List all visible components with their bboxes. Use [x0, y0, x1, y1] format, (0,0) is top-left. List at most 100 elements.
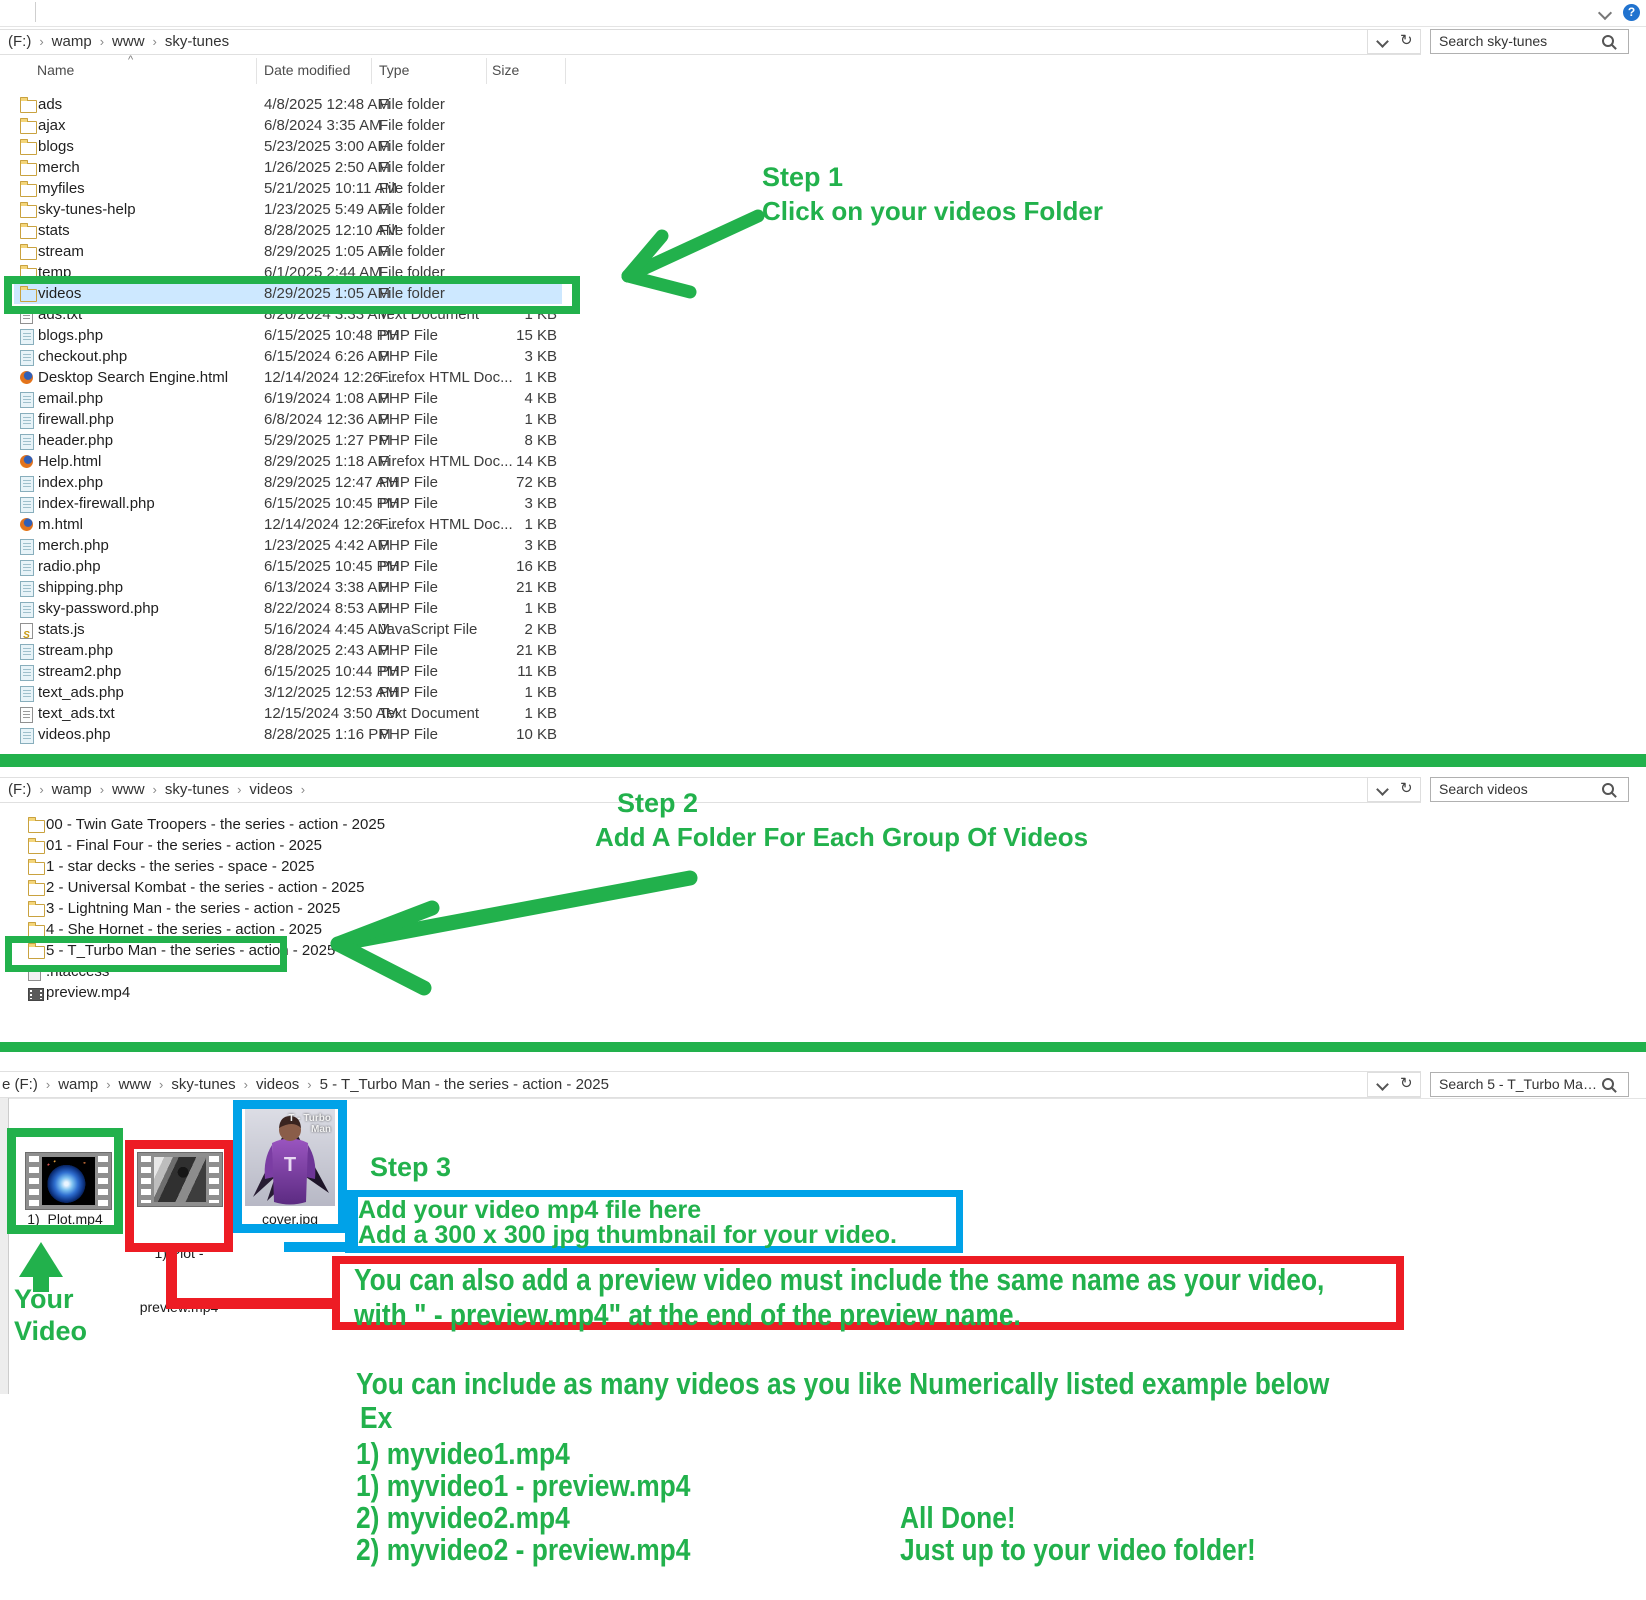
- breadcrumb-item[interactable]: sky-tunes: [171, 1076, 235, 1093]
- file-name: radio.php: [38, 556, 101, 577]
- refresh-icon[interactable]: ↻: [1400, 1074, 1413, 1092]
- step1-title: Step 1: [762, 162, 843, 193]
- table-row[interactable]: ajax 6/8/2024 3:35 AM File folder: [14, 115, 614, 136]
- table-row[interactable]: checkout.php 6/15/2024 6:26 AM PHP File …: [14, 346, 614, 367]
- folder-name: 1 - star decks - the series - space - 20…: [46, 856, 314, 877]
- table-row[interactable]: stats.js 5/16/2024 4:45 AM JavaScript Fi…: [14, 619, 614, 640]
- search-icon[interactable]: [1602, 35, 1614, 47]
- search-placeholder: Search sky-tunes: [1439, 33, 1547, 49]
- breadcrumb-item[interactable]: www: [112, 781, 145, 798]
- table-row[interactable]: index-firewall.php 6/15/2025 10:45 PM PH…: [14, 493, 614, 514]
- list-item[interactable]: 1 - star decks - the series - space - 20…: [22, 856, 622, 877]
- column-header-size[interactable]: Size: [492, 62, 519, 78]
- column-header-name[interactable]: Name: [37, 62, 74, 78]
- table-row[interactable]: stream 8/29/2025 1:05 AM File folder: [14, 241, 614, 262]
- help-icon[interactable]: ?: [1623, 4, 1640, 21]
- table-row[interactable]: text_ads.txt 12/15/2024 3:50 AM Text Doc…: [14, 703, 614, 724]
- table-row[interactable]: merch 1/26/2025 2:50 AM File folder: [14, 157, 614, 178]
- chevron-down-icon[interactable]: [1376, 1078, 1389, 1091]
- folder-icon: [28, 904, 45, 917]
- search-input[interactable]: Search 5 - T_Turbo Man - the ...: [1430, 1072, 1629, 1097]
- breadcrumb-item[interactable]: sky-tunes: [165, 781, 229, 798]
- file-type: File folder: [379, 94, 445, 115]
- list-item[interactable]: 3 - Lightning Man - the series - action …: [22, 898, 622, 919]
- list-item[interactable]: 2 - Universal Kombat - the series - acti…: [22, 877, 622, 898]
- breadcrumb-item[interactable]: 5 - T_Turbo Man - the series - action - …: [320, 1076, 609, 1093]
- breadcrumb[interactable]: e (F:)›wamp›www›sky-tunes›videos›5 - T_T…: [2, 1076, 625, 1093]
- table-row[interactable]: merch.php 1/23/2025 4:42 AM PHP File 3 K…: [14, 535, 614, 556]
- table-row[interactable]: stream.php 8/28/2025 2:43 AM PHP File 21…: [14, 640, 614, 661]
- ribbon-collapse-icon[interactable]: [1598, 6, 1612, 20]
- table-row[interactable]: email.php 6/19/2024 1:08 AM PHP File 4 K…: [14, 388, 614, 409]
- table-row[interactable]: text_ads.php 3/12/2025 12:53 AM PHP File…: [14, 682, 614, 703]
- breadcrumb-item[interactable]: www: [119, 1076, 152, 1093]
- column-divider[interactable]: [371, 58, 372, 84]
- column-divider[interactable]: [486, 58, 487, 84]
- breadcrumb-item[interactable]: (F:): [8, 781, 31, 798]
- list-item[interactable]: preview.mp4: [22, 982, 622, 1003]
- breadcrumb-item[interactable]: wamp: [58, 1076, 98, 1093]
- refresh-icon[interactable]: ↻: [1400, 31, 1413, 49]
- chevron-down-icon[interactable]: [1376, 783, 1389, 796]
- address-dropdown[interactable]: ↻: [1367, 1072, 1421, 1097]
- search-icon[interactable]: [1602, 783, 1614, 795]
- red-note-box: You can also add a preview video must in…: [332, 1256, 1404, 1330]
- address-dropdown[interactable]: ↻: [1367, 29, 1421, 54]
- table-row[interactable]: stats 8/28/2025 12:10 AM File folder: [14, 220, 614, 241]
- file-size: 21 KB: [444, 640, 557, 661]
- breadcrumb-item[interactable]: videos: [249, 781, 292, 798]
- file-icon: [20, 518, 33, 531]
- table-row[interactable]: blogs 5/23/2025 3:00 AM File folder: [14, 136, 614, 157]
- table-row[interactable]: Desktop Search Engine.html 12/14/2024 12…: [14, 367, 614, 388]
- table-row[interactable]: header.php 5/29/2025 1:27 PM PHP File 8 …: [14, 430, 614, 451]
- file-type: File folder: [379, 157, 445, 178]
- breadcrumb-item[interactable]: wamp: [52, 33, 92, 50]
- table-row[interactable]: index.php 8/29/2025 12:47 AM PHP File 72…: [14, 472, 614, 493]
- search-input[interactable]: Search videos: [1430, 777, 1629, 802]
- breadcrumb-item[interactable]: videos: [256, 1076, 299, 1093]
- file-icon: [20, 581, 34, 597]
- column-divider[interactable]: [565, 58, 566, 84]
- file-icon: [20, 184, 37, 197]
- list-item[interactable]: 00 - Twin Gate Troopers - the series - a…: [22, 814, 622, 835]
- table-row[interactable]: shipping.php 6/13/2024 3:38 AM PHP File …: [14, 577, 614, 598]
- content-top-border: [8, 1098, 1646, 1099]
- table-row[interactable]: radio.php 6/15/2025 10:45 PM PHP File 16…: [14, 556, 614, 577]
- file-type: PHP File: [379, 556, 438, 577]
- file-name: email.php: [38, 388, 103, 409]
- file-size: 16 KB: [444, 556, 557, 577]
- table-row[interactable]: sky-tunes-help 1/23/2025 5:49 AM File fo…: [14, 199, 614, 220]
- breadcrumb-separator-icon: ›: [244, 1077, 248, 1092]
- search-input[interactable]: Search sky-tunes: [1430, 29, 1629, 54]
- table-row[interactable]: firewall.php 6/8/2024 12:36 AM PHP File …: [14, 409, 614, 430]
- table-row[interactable]: blogs.php 6/15/2025 10:48 PM PHP File 15…: [14, 325, 614, 346]
- breadcrumb[interactable]: (F:)›wamp›www›sky-tunes: [8, 33, 245, 50]
- file-date: 8/28/2025 2:43 AM: [264, 640, 390, 661]
- file-type: PHP File: [379, 640, 438, 661]
- table-row[interactable]: ads 4/8/2025 12:48 AM File folder: [14, 94, 614, 115]
- chevron-down-icon[interactable]: [1376, 35, 1389, 48]
- table-row[interactable]: myfiles 5/21/2025 10:11 AM File folder: [14, 178, 614, 199]
- breadcrumb-separator-icon: ›: [39, 782, 43, 797]
- breadcrumb-item[interactable]: wamp: [52, 781, 92, 798]
- table-row[interactable]: stream2.php 6/15/2025 10:44 PM PHP File …: [14, 661, 614, 682]
- table-row[interactable]: Help.html 8/29/2025 1:18 AM Firefox HTML…: [14, 451, 614, 472]
- breadcrumb-item[interactable]: e (F:): [2, 1076, 38, 1093]
- breadcrumb-item[interactable]: sky-tunes: [165, 33, 229, 50]
- breadcrumb-item[interactable]: www: [112, 33, 145, 50]
- address-dropdown[interactable]: ↻: [1367, 777, 1421, 802]
- breadcrumb-item[interactable]: (F:): [8, 33, 31, 50]
- breadcrumb[interactable]: (F:)›wamp›www›sky-tunes›videos›: [8, 781, 313, 798]
- refresh-icon[interactable]: ↻: [1400, 779, 1413, 797]
- column-divider[interactable]: [256, 58, 257, 84]
- sort-caret-icon[interactable]: ^: [128, 54, 133, 66]
- table-row[interactable]: sky-password.php 8/22/2024 8:53 AM PHP F…: [14, 598, 614, 619]
- table-row[interactable]: m.html 12/14/2024 12:26 ... Firefox HTML…: [14, 514, 614, 535]
- file-name: firewall.php: [38, 409, 114, 430]
- list-item[interactable]: 01 - Final Four - the series - action - …: [22, 835, 622, 856]
- search-icon[interactable]: [1602, 1078, 1614, 1090]
- file-icon: [20, 163, 37, 176]
- table-row[interactable]: videos.php 8/28/2025 1:16 PM PHP File 10…: [14, 724, 614, 745]
- column-header-type[interactable]: Type: [379, 62, 409, 78]
- column-header-date[interactable]: Date modified: [264, 62, 350, 78]
